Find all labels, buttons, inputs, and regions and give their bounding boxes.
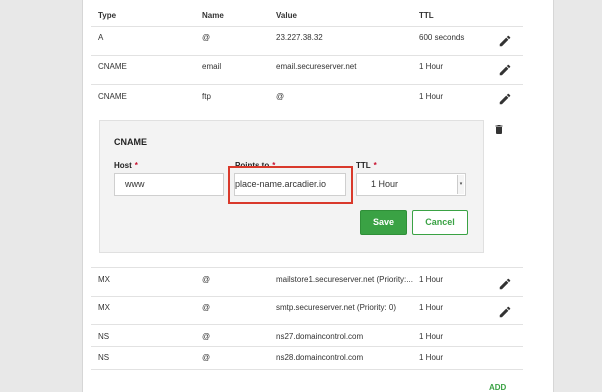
row-type: CNAME <box>98 92 127 101</box>
row-name: ftp <box>202 92 211 101</box>
ttl-label-text: TTL <box>356 161 371 170</box>
header-ttl: TTL <box>419 11 434 20</box>
table-row: A @ 23.227.38.32 600 seconds <box>91 27 523 56</box>
table-row: CNAME ftp @ 1 Hour <box>91 85 523 113</box>
table-row: NS @ ns28.domaincontrol.com 1 Hour <box>91 347 523 370</box>
row-value: 23.227.38.32 <box>276 33 323 42</box>
header-type: Type <box>98 11 117 20</box>
header-value: Value <box>276 11 297 20</box>
host-input[interactable]: www <box>114 173 224 196</box>
ttl-select-value: 1 Hour <box>371 179 399 189</box>
required-mark: * <box>134 161 138 170</box>
row-value: ns27.domaincontrol.com <box>276 332 364 341</box>
edit-pencil-icon[interactable] <box>498 92 512 106</box>
table-header: Type Name Value TTL <box>91 0 523 27</box>
host-label-text: Host <box>114 161 132 170</box>
host-label: Host * <box>114 161 138 170</box>
row-ttl: 1 Hour <box>419 92 444 101</box>
edit-pencil-icon[interactable] <box>498 305 512 319</box>
row-name: @ <box>202 33 211 42</box>
edit-pencil-icon[interactable] <box>498 34 512 48</box>
add-record-button[interactable]: ADD <box>489 383 506 392</box>
row-ttl: 1 Hour <box>419 62 444 71</box>
row-ttl: 600 seconds <box>419 33 465 42</box>
row-type: MX <box>98 303 110 312</box>
row-type: NS <box>98 332 110 341</box>
row-ttl: 1 Hour <box>419 353 444 362</box>
row-name: email <box>202 62 222 71</box>
save-button[interactable]: Save <box>360 210 407 235</box>
row-name: @ <box>202 332 211 341</box>
row-value: mailstore1.secureserver.net (Priority:..… <box>276 275 413 284</box>
row-type: NS <box>98 353 110 362</box>
table-row: MX @ smtp.secureserver.net (Priority: 0)… <box>91 296 523 325</box>
row-type: A <box>98 33 104 42</box>
cancel-button[interactable]: Cancel <box>412 210 468 235</box>
row-ttl: 1 Hour <box>419 275 444 284</box>
row-name: @ <box>202 275 211 284</box>
table-row: MX @ mailstore1.secureserver.net (Priori… <box>91 267 523 297</box>
row-value: email.secureserver.net <box>276 62 357 71</box>
header-name: Name <box>202 11 224 20</box>
points-to-highlight <box>228 166 353 204</box>
table-row: CNAME email email.secureserver.net 1 Hou… <box>91 56 523 85</box>
table-row: NS @ ns27.domaincontrol.com 1 Hour <box>91 325 523 347</box>
dns-records-panel: Type Name Value TTL A @ 23.227.38.32 600… <box>82 0 554 392</box>
ttl-label: TTL * <box>356 161 377 170</box>
row-value: smtp.secureserver.net (Priority: 0) <box>276 303 397 312</box>
row-type: MX <box>98 275 110 284</box>
row-name: @ <box>202 353 211 362</box>
form-title: CNAME <box>114 137 147 147</box>
row-ttl: 1 Hour <box>419 303 444 312</box>
row-name: @ <box>202 303 211 312</box>
edit-pencil-icon[interactable] <box>498 63 512 77</box>
edit-record-form: CNAME Host * Points to * TTL * www place-na… <box>99 120 484 253</box>
row-ttl: 1 Hour <box>419 332 444 341</box>
ttl-select[interactable]: 1 Hour ▾ <box>356 173 466 196</box>
row-value: ns28.domaincontrol.com <box>276 353 364 362</box>
row-value: @ <box>276 92 285 101</box>
dropdown-arrow-icon: ▾ <box>457 175 464 194</box>
row-type: CNAME <box>98 62 127 71</box>
required-mark: * <box>373 161 377 170</box>
edit-pencil-icon[interactable] <box>498 277 512 291</box>
delete-trash-icon[interactable] <box>493 123 505 136</box>
